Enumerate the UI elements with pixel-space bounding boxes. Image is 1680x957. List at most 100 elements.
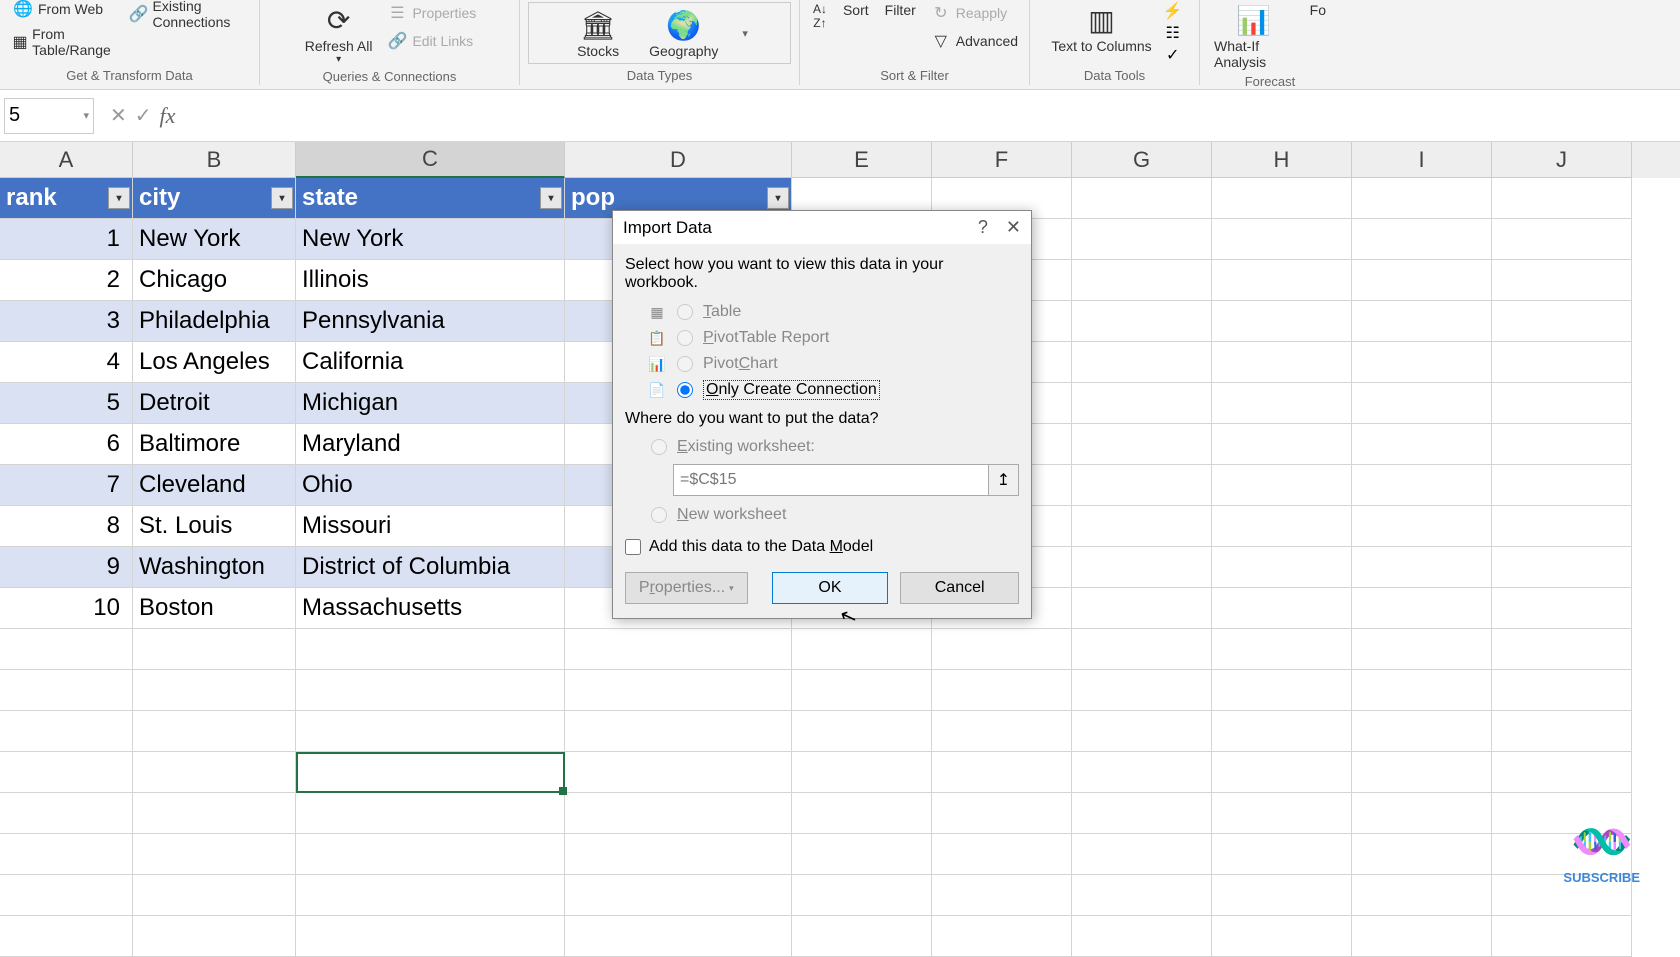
- cell[interactable]: [133, 916, 296, 957]
- cell[interactable]: Michigan: [296, 383, 565, 424]
- cell[interactable]: [1352, 711, 1492, 752]
- col-header-e[interactable]: E: [792, 142, 932, 178]
- cell[interactable]: [1072, 752, 1212, 793]
- cell[interactable]: [1492, 219, 1632, 260]
- cell[interactable]: [1352, 506, 1492, 547]
- cell[interactable]: 5: [0, 383, 133, 424]
- col-header-f[interactable]: F: [932, 142, 1072, 178]
- radio-only-connection-label[interactable]: Only Create Connection: [703, 380, 880, 400]
- cell[interactable]: [1072, 588, 1212, 629]
- cell[interactable]: New York: [133, 219, 296, 260]
- cell[interactable]: [1352, 793, 1492, 834]
- cell[interactable]: [1072, 219, 1212, 260]
- cell[interactable]: [565, 916, 792, 957]
- cell[interactable]: [792, 875, 932, 916]
- cell[interactable]: [1212, 383, 1352, 424]
- cell[interactable]: [1072, 834, 1212, 875]
- cell[interactable]: [133, 875, 296, 916]
- table-header-rank[interactable]: rank▾: [0, 178, 133, 219]
- cell[interactable]: [1212, 178, 1352, 219]
- cell[interactable]: [296, 834, 565, 875]
- dialog-titlebar[interactable]: Import Data ? ✕: [613, 211, 1031, 244]
- cell[interactable]: [1072, 301, 1212, 342]
- cell[interactable]: [1492, 670, 1632, 711]
- cell[interactable]: Boston: [133, 588, 296, 629]
- cell[interactable]: [296, 629, 565, 670]
- col-header-a[interactable]: A: [0, 142, 133, 178]
- cell[interactable]: [1072, 711, 1212, 752]
- properties-button[interactable]: Properties...: [625, 572, 748, 604]
- cell[interactable]: District of Columbia: [296, 547, 565, 588]
- cell[interactable]: [932, 793, 1072, 834]
- col-header-h[interactable]: H: [1212, 142, 1352, 178]
- cell[interactable]: [1492, 916, 1632, 957]
- cell[interactable]: [296, 752, 565, 793]
- cell[interactable]: [1072, 547, 1212, 588]
- formula-input[interactable]: [187, 98, 1680, 134]
- cell[interactable]: [1352, 219, 1492, 260]
- cell[interactable]: [133, 629, 296, 670]
- forecast-button[interactable]: Fo: [1304, 0, 1332, 20]
- datatypes-expand[interactable]: ▾: [742, 27, 748, 40]
- cell[interactable]: [932, 875, 1072, 916]
- cancel-button[interactable]: Cancel: [900, 572, 1019, 604]
- cell[interactable]: [1352, 260, 1492, 301]
- cell[interactable]: [296, 793, 565, 834]
- ok-button[interactable]: OK: [772, 572, 889, 604]
- cell[interactable]: [1212, 834, 1352, 875]
- cell[interactable]: 2: [0, 260, 133, 301]
- cell[interactable]: [1352, 547, 1492, 588]
- cell[interactable]: [1212, 342, 1352, 383]
- cell[interactable]: [0, 916, 133, 957]
- cell[interactable]: [792, 711, 932, 752]
- existing-connections-button[interactable]: 🔗Existing Connections: [125, 0, 251, 32]
- cell[interactable]: Cleveland: [133, 465, 296, 506]
- cell[interactable]: 9: [0, 547, 133, 588]
- cell[interactable]: [1072, 465, 1212, 506]
- cell[interactable]: [1212, 629, 1352, 670]
- cell[interactable]: [1072, 178, 1212, 219]
- cell[interactable]: [1352, 342, 1492, 383]
- cell[interactable]: [296, 916, 565, 957]
- from-table-button[interactable]: ▦From Table/Range: [8, 24, 121, 60]
- filter-dropdown-icon[interactable]: ▾: [271, 187, 293, 209]
- cell[interactable]: [565, 670, 792, 711]
- cell[interactable]: [1212, 711, 1352, 752]
- fx-icon[interactable]: fx: [160, 103, 176, 129]
- cell[interactable]: [932, 711, 1072, 752]
- cell[interactable]: [1072, 875, 1212, 916]
- col-header-d[interactable]: D: [565, 142, 792, 178]
- cell[interactable]: [1492, 383, 1632, 424]
- close-icon[interactable]: ✕: [1006, 217, 1021, 238]
- cell[interactable]: [0, 875, 133, 916]
- table-header-city[interactable]: city▾: [133, 178, 296, 219]
- cell[interactable]: [1492, 629, 1632, 670]
- cell[interactable]: [1352, 588, 1492, 629]
- cell[interactable]: [1212, 301, 1352, 342]
- remove-dup-icon[interactable]: ☷: [1162, 22, 1184, 44]
- cell[interactable]: [1492, 424, 1632, 465]
- help-icon[interactable]: ?: [978, 217, 988, 238]
- cell[interactable]: [1492, 588, 1632, 629]
- filter-dropdown-icon[interactable]: ▾: [767, 187, 789, 209]
- cell[interactable]: [296, 875, 565, 916]
- cell[interactable]: [1492, 465, 1632, 506]
- cell[interactable]: Chicago: [133, 260, 296, 301]
- cell[interactable]: [1352, 629, 1492, 670]
- cell[interactable]: Massachusetts: [296, 588, 565, 629]
- cell[interactable]: Los Angeles: [133, 342, 296, 383]
- cell[interactable]: [1492, 260, 1632, 301]
- cell[interactable]: [1212, 465, 1352, 506]
- cell[interactable]: [0, 670, 133, 711]
- cell[interactable]: Illinois: [296, 260, 565, 301]
- cell[interactable]: [1072, 506, 1212, 547]
- col-header-b[interactable]: B: [133, 142, 296, 178]
- cell[interactable]: [1492, 752, 1632, 793]
- cell[interactable]: [565, 834, 792, 875]
- cell[interactable]: [0, 629, 133, 670]
- cell[interactable]: [296, 670, 565, 711]
- cell[interactable]: [932, 670, 1072, 711]
- from-web-button[interactable]: 🌐From Web: [8, 0, 121, 22]
- cell[interactable]: [1212, 588, 1352, 629]
- cell[interactable]: [1352, 916, 1492, 957]
